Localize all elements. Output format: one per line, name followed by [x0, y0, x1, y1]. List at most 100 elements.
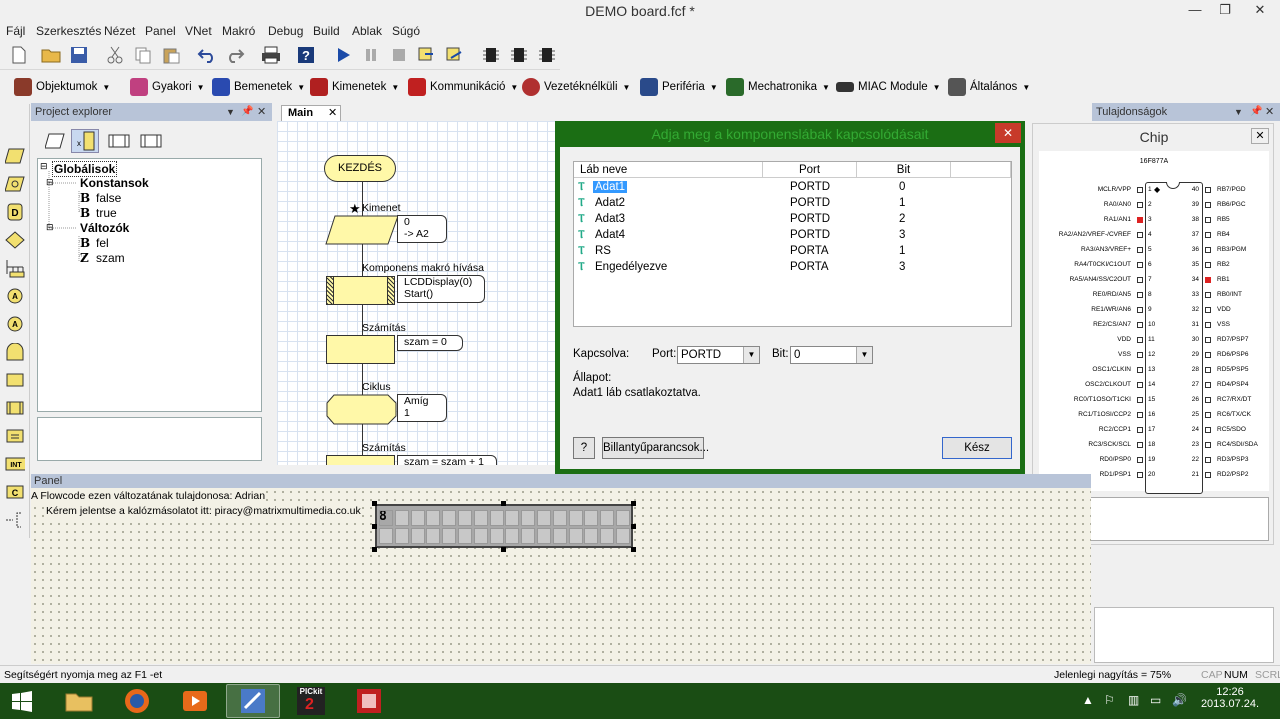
pin-box[interactable]	[1205, 427, 1211, 433]
pin-box[interactable]	[1205, 457, 1211, 463]
menu-window[interactable]: Ablak	[352, 24, 382, 38]
components-view-icon[interactable]	[139, 133, 163, 151]
cut-icon[interactable]	[104, 44, 126, 66]
resize-handle[interactable]	[372, 547, 377, 552]
pin-box[interactable]	[1205, 352, 1211, 358]
pin-box[interactable]	[1137, 367, 1143, 373]
tree-item-false[interactable]: false	[96, 191, 121, 205]
chevron-down-icon[interactable]: ▼	[743, 347, 759, 363]
chevron-down-icon[interactable]: ▼	[856, 347, 872, 363]
variables-view-icon[interactable]: x	[71, 129, 99, 153]
chevron-down-icon[interactable]: ▼	[1234, 103, 1243, 121]
taskbar-media-player[interactable]	[168, 684, 222, 718]
pin-box[interactable]	[1137, 472, 1143, 478]
step-over-icon[interactable]	[444, 44, 466, 66]
pin-box[interactable]	[1205, 397, 1211, 403]
close-icon[interactable]: ✕	[1251, 128, 1269, 144]
loop-block[interactable]	[326, 394, 397, 425]
menu-edit[interactable]: Szerkesztés	[36, 24, 101, 38]
port-select[interactable]: PORTD ▼	[677, 346, 760, 364]
volume-icon[interactable]: 🔊	[1172, 693, 1187, 707]
toolbar-peripherals[interactable]: Periféria ▼	[640, 75, 718, 99]
taskbar-app[interactable]	[342, 684, 396, 718]
pin-box[interactable]	[1137, 352, 1143, 358]
chip-program-icon[interactable]	[508, 44, 530, 66]
pause-icon[interactable]	[360, 44, 382, 66]
pin-box[interactable]	[1205, 202, 1211, 208]
pin-box[interactable]	[1205, 382, 1211, 388]
pin-icon[interactable]: 📌	[1250, 103, 1262, 121]
chip-compile-icon[interactable]	[480, 44, 502, 66]
tree-item-fel[interactable]: fel	[96, 236, 109, 250]
pin-box[interactable]	[1137, 427, 1143, 433]
decision-icon[interactable]	[5, 230, 25, 250]
toolbar-wireless[interactable]: Vezetéknélküli ▼	[522, 75, 630, 99]
pin-box[interactable]	[1205, 337, 1211, 343]
pin-box[interactable]	[1205, 262, 1211, 268]
toolbar-outputs[interactable]: Kimenetek ▼	[310, 75, 399, 99]
pin-box[interactable]	[1137, 397, 1143, 403]
resize-handle[interactable]	[631, 501, 636, 506]
pin-box[interactable]	[1137, 457, 1143, 463]
toolbar-inputs[interactable]: Bemenetek ▼	[212, 75, 305, 99]
pin-row[interactable]: Ⲧ Adat1 PORTD 0	[574, 180, 1011, 196]
chip-options-icon[interactable]	[536, 44, 558, 66]
close-icon[interactable]: ✕	[1265, 103, 1274, 121]
tree-constants[interactable]: Konstansok	[80, 176, 149, 190]
toolbar-communication[interactable]: Kommunikáció ▼	[408, 75, 518, 99]
loop-icon[interactable]	[5, 342, 25, 362]
pin-box[interactable]	[1205, 472, 1211, 478]
done-button[interactable]: Kész	[942, 437, 1012, 459]
column-header-pin-name[interactable]: Láb neve	[574, 162, 763, 178]
pin-box[interactable]	[1137, 277, 1143, 283]
code-icon[interactable]: C	[5, 482, 25, 502]
start-button[interactable]	[0, 684, 44, 718]
network-icon[interactable]: ▥	[1128, 693, 1139, 707]
toolbar-mechatronics[interactable]: Mechatronika ▼	[726, 75, 830, 99]
resize-handle[interactable]	[501, 547, 506, 552]
flowchart-view-icon[interactable]	[44, 133, 65, 151]
output-icon[interactable]	[5, 174, 25, 194]
resize-handle[interactable]	[501, 501, 506, 506]
pin-box[interactable]	[1137, 247, 1143, 253]
close-button[interactable]: ✕	[1240, 0, 1280, 20]
dialog-close-button[interactable]: ✕	[995, 123, 1021, 143]
pin-box[interactable]	[1205, 412, 1211, 418]
pin-box[interactable]	[1205, 292, 1211, 298]
run-icon[interactable]	[332, 44, 354, 66]
print-icon[interactable]	[260, 44, 282, 66]
pin-box[interactable]	[1137, 322, 1143, 328]
pin-box[interactable]	[1205, 217, 1211, 223]
pin-row[interactable]: Ⲧ RS PORTA 1	[574, 244, 1011, 260]
pin-row[interactable]: Ⲧ Adat3 PORTD 2	[574, 212, 1011, 228]
minimize-button[interactable]: —	[1180, 0, 1210, 20]
pin-icon[interactable]: 📌	[241, 103, 253, 121]
pin-box[interactable]	[1137, 292, 1143, 298]
resize-handle[interactable]	[631, 524, 636, 529]
new-file-icon[interactable]	[8, 44, 30, 66]
resize-handle[interactable]	[372, 501, 377, 506]
menu-help[interactable]: Súgó	[392, 24, 420, 38]
tree-item-szam[interactable]: szam	[96, 251, 125, 265]
pin-row[interactable]: Ⲧ Engedélyezve PORTA 3	[574, 260, 1011, 276]
stop-icon[interactable]	[388, 44, 410, 66]
pin-box[interactable]	[1137, 187, 1143, 193]
pin-box[interactable]	[1205, 232, 1211, 238]
resize-handle[interactable]	[372, 524, 377, 529]
copy-icon[interactable]	[132, 44, 154, 66]
pin-box[interactable]	[1137, 262, 1143, 268]
toolbar-objects[interactable]: Objektumok ▼	[14, 75, 110, 99]
pin-box[interactable]	[1137, 217, 1143, 223]
resize-handle[interactable]	[631, 547, 636, 552]
step-into-icon[interactable]	[416, 44, 438, 66]
calculation-block[interactable]	[326, 455, 395, 465]
pin-box[interactable]	[1205, 442, 1211, 448]
maximize-button[interactable]: ❐	[1210, 0, 1240, 20]
close-icon[interactable]: ✕	[257, 103, 266, 121]
macro-icon[interactable]	[5, 370, 25, 390]
pin-box[interactable]	[1137, 307, 1143, 313]
connection-point-icon[interactable]: A	[5, 286, 25, 306]
interrupt-icon[interactable]: INT	[5, 454, 25, 474]
output-block[interactable]	[325, 215, 399, 245]
pin-row[interactable]: Ⲧ Adat2 PORTD 1	[574, 196, 1011, 212]
